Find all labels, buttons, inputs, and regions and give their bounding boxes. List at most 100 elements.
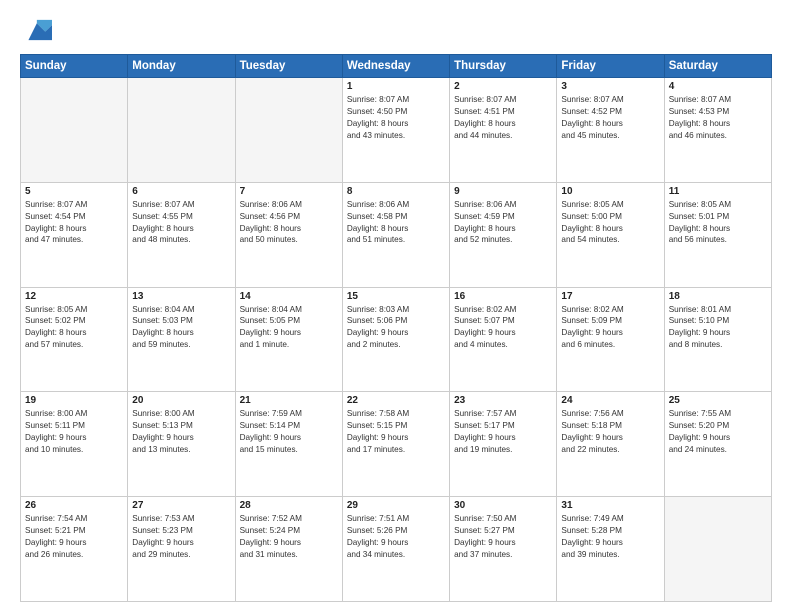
day-info: Sunrise: 7:58 AM Sunset: 5:15 PM Dayligh…	[347, 408, 445, 456]
day-info: Sunrise: 8:00 AM Sunset: 5:13 PM Dayligh…	[132, 408, 230, 456]
day-number: 22	[347, 395, 445, 406]
calendar-weekday-header: Tuesday	[235, 55, 342, 78]
day-number: 28	[240, 500, 338, 511]
calendar-weekday-header: Thursday	[450, 55, 557, 78]
logo	[20, 16, 56, 44]
day-number: 6	[132, 186, 230, 197]
day-info: Sunrise: 7:54 AM Sunset: 5:21 PM Dayligh…	[25, 513, 123, 561]
day-number: 15	[347, 291, 445, 302]
day-number: 27	[132, 500, 230, 511]
day-number: 21	[240, 395, 338, 406]
calendar-day-cell: 18 Sunrise: 8:01 AM Sunset: 5:10 PM Dayli…	[664, 287, 771, 392]
calendar-week-row: 5Sunrise: 8:07 AM Sunset: 4:54 PM Daylig…	[21, 182, 772, 287]
calendar-weekday-header: Friday	[557, 55, 664, 78]
calendar-day-cell: 12 Sunrise: 8:05 AM Sunset: 5:02 PM Dayli…	[21, 287, 128, 392]
day-number: 18	[669, 291, 767, 302]
calendar-day-cell: 3 Sunrise: 8:07 AM Sunset: 4:52 PM Daylig…	[557, 78, 664, 183]
calendar-day-cell: 9 Sunrise: 8:06 AM Sunset: 4:59 PM Daylig…	[450, 182, 557, 287]
day-info: Sunrise: 8:05 AM Sunset: 5:01 PM Dayligh…	[669, 199, 767, 247]
day-info: Sunrise: 7:51 AM Sunset: 5:26 PM Dayligh…	[347, 513, 445, 561]
day-number: 24	[561, 395, 659, 406]
calendar-day-cell: 8Sunrise: 8:06 AM Sunset: 4:58 PM Daylig…	[342, 182, 449, 287]
day-number: 14	[240, 291, 338, 302]
day-number: 25	[669, 395, 767, 406]
day-info: Sunrise: 8:07 AM Sunset: 4:53 PM Dayligh…	[669, 94, 767, 142]
day-number: 5	[25, 186, 123, 197]
calendar-week-row: 12 Sunrise: 8:05 AM Sunset: 5:02 PM Dayli…	[21, 287, 772, 392]
calendar-table: SundayMondayTuesdayWednesdayThursdayFrid…	[20, 54, 772, 602]
calendar-day-cell: 24 Sunrise: 7:56 AM Sunset: 5:18 PM Dayli…	[557, 392, 664, 497]
calendar-day-cell: 27Sunrise: 7:53 AM Sunset: 5:23 PM Dayli…	[128, 497, 235, 602]
day-number: 9	[454, 186, 552, 197]
calendar-day-cell: 11 Sunrise: 8:05 AM Sunset: 5:01 PM Dayli…	[664, 182, 771, 287]
calendar-day-cell	[128, 78, 235, 183]
day-info: Sunrise: 8:04 AM Sunset: 5:03 PM Dayligh…	[132, 304, 230, 352]
day-number: 19	[25, 395, 123, 406]
calendar-day-cell: 22 Sunrise: 7:58 AM Sunset: 5:15 PM Dayli…	[342, 392, 449, 497]
day-number: 29	[347, 500, 445, 511]
logo-icon	[20, 16, 52, 44]
day-info: Sunrise: 7:55 AM Sunset: 5:20 PM Dayligh…	[669, 408, 767, 456]
calendar-day-cell: 31 Sunrise: 7:49 AM Sunset: 5:28 PM Dayli…	[557, 497, 664, 602]
day-number: 31	[561, 500, 659, 511]
day-info: Sunrise: 8:07 AM Sunset: 4:52 PM Dayligh…	[561, 94, 659, 142]
calendar-week-row: 1 Sunrise: 8:07 AM Sunset: 4:50 PM Daylig…	[21, 78, 772, 183]
day-number: 17	[561, 291, 659, 302]
day-info: Sunrise: 8:07 AM Sunset: 4:50 PM Dayligh…	[347, 94, 445, 142]
day-number: 3	[561, 81, 659, 92]
day-number: 10	[561, 186, 659, 197]
calendar-day-cell: 20 Sunrise: 8:00 AM Sunset: 5:13 PM Dayli…	[128, 392, 235, 497]
calendar-day-cell: 16 Sunrise: 8:02 AM Sunset: 5:07 PM Dayli…	[450, 287, 557, 392]
calendar-day-cell: 2Sunrise: 8:07 AM Sunset: 4:51 PM Daylig…	[450, 78, 557, 183]
calendar-week-row: 19 Sunrise: 8:00 AM Sunset: 5:11 PM Dayli…	[21, 392, 772, 497]
day-info: Sunrise: 7:49 AM Sunset: 5:28 PM Dayligh…	[561, 513, 659, 561]
day-info: Sunrise: 8:02 AM Sunset: 5:07 PM Dayligh…	[454, 304, 552, 352]
day-number: 26	[25, 500, 123, 511]
day-info: Sunrise: 7:52 AM Sunset: 5:24 PM Dayligh…	[240, 513, 338, 561]
day-info: Sunrise: 8:05 AM Sunset: 5:02 PM Dayligh…	[25, 304, 123, 352]
calendar-weekday-header: Sunday	[21, 55, 128, 78]
calendar-day-cell: 4 Sunrise: 8:07 AM Sunset: 4:53 PM Daylig…	[664, 78, 771, 183]
header	[20, 16, 772, 44]
day-info: Sunrise: 8:06 AM Sunset: 4:59 PM Dayligh…	[454, 199, 552, 247]
day-info: Sunrise: 8:07 AM Sunset: 4:51 PM Dayligh…	[454, 94, 552, 142]
calendar-day-cell: 23 Sunrise: 7:57 AM Sunset: 5:17 PM Dayli…	[450, 392, 557, 497]
day-number: 4	[669, 81, 767, 92]
day-info: Sunrise: 8:05 AM Sunset: 5:00 PM Dayligh…	[561, 199, 659, 247]
day-number: 13	[132, 291, 230, 302]
day-number: 20	[132, 395, 230, 406]
calendar-day-cell: 13 Sunrise: 8:04 AM Sunset: 5:03 PM Dayli…	[128, 287, 235, 392]
calendar-day-cell: 14 Sunrise: 8:04 AM Sunset: 5:05 PM Dayli…	[235, 287, 342, 392]
calendar-day-cell: 25 Sunrise: 7:55 AM Sunset: 5:20 PM Dayli…	[664, 392, 771, 497]
day-info: Sunrise: 7:56 AM Sunset: 5:18 PM Dayligh…	[561, 408, 659, 456]
day-info: Sunrise: 7:50 AM Sunset: 5:27 PM Dayligh…	[454, 513, 552, 561]
calendar-day-cell: 30 Sunrise: 7:50 AM Sunset: 5:27 PM Dayli…	[450, 497, 557, 602]
day-number: 12	[25, 291, 123, 302]
day-info: Sunrise: 8:00 AM Sunset: 5:11 PM Dayligh…	[25, 408, 123, 456]
day-info: Sunrise: 7:59 AM Sunset: 5:14 PM Dayligh…	[240, 408, 338, 456]
calendar-day-cell: 1 Sunrise: 8:07 AM Sunset: 4:50 PM Daylig…	[342, 78, 449, 183]
day-info: Sunrise: 8:04 AM Sunset: 5:05 PM Dayligh…	[240, 304, 338, 352]
calendar-day-cell	[235, 78, 342, 183]
calendar-day-cell: 5Sunrise: 8:07 AM Sunset: 4:54 PM Daylig…	[21, 182, 128, 287]
calendar-weekday-header: Wednesday	[342, 55, 449, 78]
calendar-day-cell: 19 Sunrise: 8:00 AM Sunset: 5:11 PM Dayli…	[21, 392, 128, 497]
calendar-day-cell: 6Sunrise: 8:07 AM Sunset: 4:55 PM Daylig…	[128, 182, 235, 287]
day-number: 30	[454, 500, 552, 511]
page: SundayMondayTuesdayWednesdayThursdayFrid…	[0, 0, 792, 612]
day-info: Sunrise: 8:01 AM Sunset: 5:10 PM Dayligh…	[669, 304, 767, 352]
calendar-weekday-header: Saturday	[664, 55, 771, 78]
day-number: 1	[347, 81, 445, 92]
calendar-day-cell: 17Sunrise: 8:02 AM Sunset: 5:09 PM Dayli…	[557, 287, 664, 392]
day-number: 23	[454, 395, 552, 406]
day-info: Sunrise: 7:57 AM Sunset: 5:17 PM Dayligh…	[454, 408, 552, 456]
calendar-day-cell: 10 Sunrise: 8:05 AM Sunset: 5:00 PM Dayli…	[557, 182, 664, 287]
calendar-weekday-header: Monday	[128, 55, 235, 78]
calendar-header-row: SundayMondayTuesdayWednesdayThursdayFrid…	[21, 55, 772, 78]
day-info: Sunrise: 8:03 AM Sunset: 5:06 PM Dayligh…	[347, 304, 445, 352]
calendar-day-cell: 26 Sunrise: 7:54 AM Sunset: 5:21 PM Dayli…	[21, 497, 128, 602]
calendar-week-row: 26 Sunrise: 7:54 AM Sunset: 5:21 PM Dayli…	[21, 497, 772, 602]
day-number: 11	[669, 186, 767, 197]
day-number: 16	[454, 291, 552, 302]
calendar-day-cell: 7Sunrise: 8:06 AM Sunset: 4:56 PM Daylig…	[235, 182, 342, 287]
